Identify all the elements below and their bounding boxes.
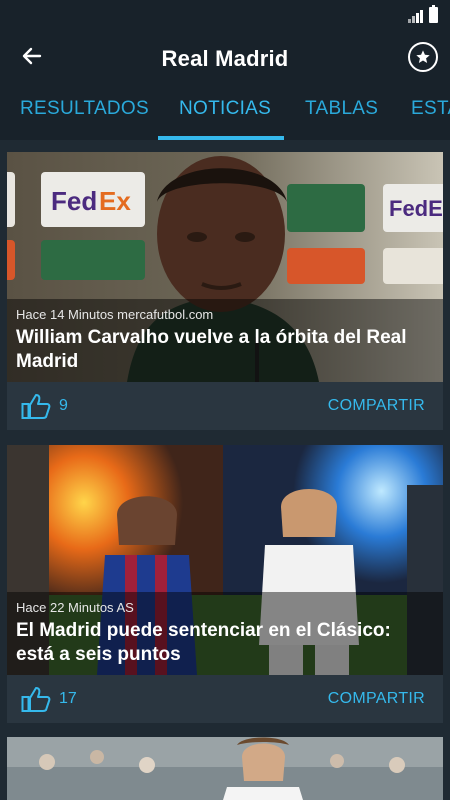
news-headline[interactable]: El Madrid puede sentenciar en el Clásico…: [16, 619, 434, 667]
thumbs-up-icon: [21, 687, 51, 712]
svg-text:Fed: Fed: [51, 186, 97, 216]
news-actions: 9 COMPARTIR: [7, 382, 443, 430]
news-card[interactable]: [7, 737, 443, 800]
tab-bar: RESULTADOS NOTICIAS TABLAS ESTA: [0, 86, 450, 140]
star-icon: [416, 50, 430, 63]
news-meta: Hace 14 Minutos mercafutbol.com: [16, 307, 214, 322]
news-overlay: Hace 22 Minutos AS El Madrid puede sente…: [7, 592, 443, 675]
news-headline[interactable]: William Carvalho vuelve a la órbita del …: [16, 326, 434, 374]
cell-signal-icon: [408, 9, 423, 23]
battery-icon: [429, 5, 438, 23]
like-count: 17: [59, 690, 77, 707]
tab-estadisticas[interactable]: ESTA: [411, 98, 450, 120]
news-card[interactable]: Hace 22 Minutos AS El Madrid puede sente…: [7, 445, 443, 723]
like-button[interactable]: 9: [21, 392, 68, 420]
news-feed[interactable]: Fed Ex FedE Hace 14 Minutos mercafutbol.…: [0, 140, 450, 800]
svg-text:Ex: Ex: [99, 186, 131, 216]
tab-resultados[interactable]: RESULTADOS: [20, 98, 149, 120]
like-count: 9: [59, 397, 68, 414]
tab-noticias[interactable]: NOTICIAS: [179, 98, 271, 120]
status-bar: [0, 0, 450, 30]
svg-text:FedE: FedE: [389, 196, 443, 221]
app-bar: Real Madrid: [0, 30, 450, 86]
thumbs-up-icon: [21, 394, 51, 419]
favorite-button[interactable]: [408, 42, 438, 72]
tab-tablas[interactable]: TABLAS: [305, 98, 378, 120]
like-button[interactable]: 17: [21, 685, 77, 713]
news-meta: Hace 22 Minutos AS: [16, 600, 134, 615]
share-button[interactable]: COMPARTIR: [328, 397, 425, 415]
news-card[interactable]: Fed Ex FedE Hace 14 Minutos mercafutbol.…: [7, 152, 443, 430]
news-actions: 17 COMPARTIR: [7, 675, 443, 723]
news-image: [7, 737, 443, 800]
page-title: Real Madrid: [161, 46, 289, 71]
news-overlay: Hace 14 Minutos mercafutbol.com William …: [7, 299, 443, 382]
share-button[interactable]: COMPARTIR: [328, 690, 425, 708]
